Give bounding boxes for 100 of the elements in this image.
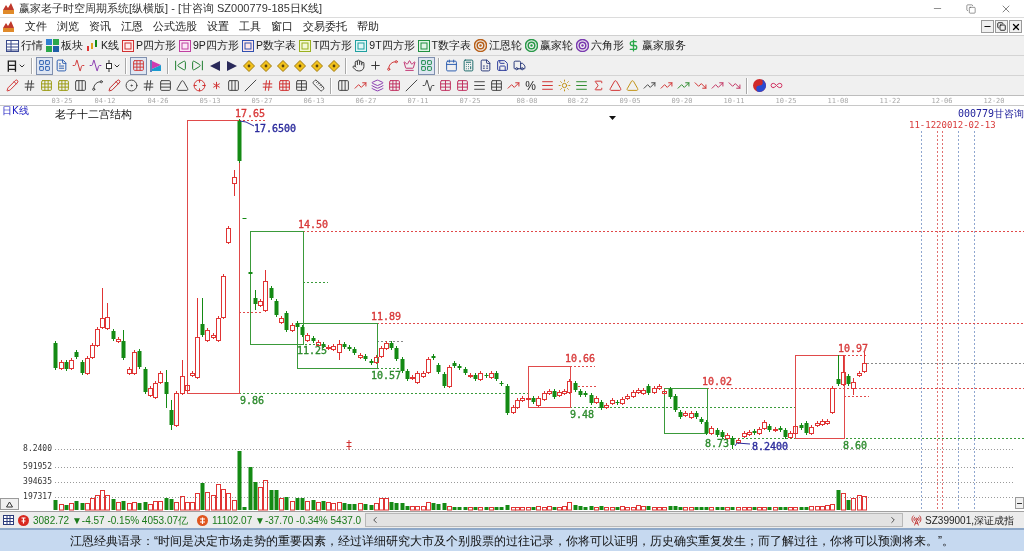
toolbar-button[interactable]: K线 [85, 36, 120, 55]
menu-item[interactable]: 窗口 [266, 18, 298, 35]
leader-line [239, 120, 255, 127]
price-label: 17.65 [235, 108, 266, 119]
toolbar-button[interactable]: 赢家服务 [626, 36, 687, 55]
volume-axis-label: 197317 [23, 492, 52, 501]
event-marker-icon [346, 440, 352, 450]
truck-icon [513, 59, 526, 72]
toolbar-button[interactable]: 六角形 [575, 36, 625, 55]
toolbar-button[interactable]: 行情 [5, 36, 44, 55]
trend-up-icon [643, 79, 656, 92]
grid-icon [388, 79, 401, 92]
close-icon [1010, 21, 1021, 32]
rows-icon [159, 79, 172, 92]
triangle-icon [626, 79, 639, 92]
diamond-icon [259, 59, 272, 72]
plus-icon [369, 59, 382, 72]
cycle-date-labels: 11-1220012-02-13 [909, 120, 996, 130]
index-quote: 11102.07 ▼-37.70 -0.34% 5437.0 [212, 513, 362, 528]
hash-icon [142, 79, 155, 92]
pencil-icon [108, 79, 121, 92]
market-badge-icon [18, 514, 29, 526]
curve-icon [386, 59, 399, 72]
toolbar-button[interactable]: 板块 [45, 36, 84, 55]
percent-button[interactable]: % [522, 76, 539, 95]
toolbar-button[interactable]: 赢家轮 [524, 36, 574, 55]
crown-icon [403, 59, 416, 72]
triangle-marker-icon [609, 116, 616, 120]
menu-item[interactable]: 工具 [234, 18, 266, 35]
columns-icon [74, 79, 87, 92]
toolbar-button[interactable]: P四方形 [121, 36, 178, 55]
index-quote: 3082.72 ▼-4.57 -0.15% 4053.07亿 [33, 513, 188, 528]
radio-tower-icon [911, 514, 923, 526]
grid-icon [278, 79, 291, 92]
diamond-icon [327, 59, 340, 72]
menu-item[interactable]: 文件 [20, 18, 52, 35]
collapse-button[interactable] [1015, 497, 1024, 509]
triangle-icon [609, 79, 622, 92]
table-icon [6, 39, 19, 52]
price-label: 11.89 [371, 311, 402, 322]
toolbar-button[interactable]: 9P四方形 [178, 36, 240, 55]
split-disc-icon [753, 79, 766, 92]
colored-blocks-icon [46, 39, 59, 52]
circle-icon [125, 79, 138, 92]
toolbar-button[interactable]: 9T四方形 [354, 36, 416, 55]
table-icon [456, 79, 469, 92]
restore-button[interactable] [995, 20, 1008, 33]
table-icon [295, 79, 308, 92]
menu-item[interactable]: 设置 [202, 18, 234, 35]
toolbar-button[interactable] [751, 76, 768, 95]
price-label: 10.02 [702, 376, 733, 387]
dollar-icon [627, 39, 640, 52]
menu-item[interactable]: 交易委托 [298, 18, 352, 35]
calculator-icon [462, 59, 475, 72]
triangle-icon [176, 79, 189, 92]
menu-item[interactable]: 公式选股 [148, 18, 202, 35]
sun-icon [558, 79, 571, 92]
price-label: 14.50 [298, 219, 329, 230]
asterisk-icon [210, 79, 223, 92]
trend-up-icon [507, 79, 520, 92]
app-logo-icon [3, 21, 14, 32]
spreadsheet-icon [479, 59, 492, 72]
ruler-icon [312, 79, 325, 92]
period-dropdown[interactable]: 日 [4, 56, 28, 75]
grid-icon [132, 59, 145, 72]
trend-up-icon [354, 79, 367, 92]
diamond-icon [310, 59, 323, 72]
minimize-button[interactable] [981, 20, 994, 33]
menu-item[interactable]: 资讯 [84, 18, 116, 35]
price-label: 8.2400 [752, 441, 789, 452]
leader-line [734, 442, 751, 447]
slash-icon [244, 79, 257, 92]
toolbar-button[interactable]: 江恩轮 [473, 36, 523, 55]
lines-icon [541, 79, 554, 92]
table-icon [439, 79, 452, 92]
volume-axis-label: 394635 [23, 477, 52, 486]
trend-down-icon [694, 79, 707, 92]
restore-icon [997, 22, 1006, 31]
menu-item[interactable]: 江恩 [116, 18, 148, 35]
toolbar-button[interactable]: T四方形 [297, 36, 354, 55]
grid-icon [57, 79, 70, 92]
menu-item[interactable]: 浏览 [52, 18, 84, 35]
trend-up-icon [660, 79, 673, 92]
toolbar-button[interactable] [350, 56, 367, 75]
grid-square-icon [179, 39, 192, 52]
volume-axis-label: 8.2400 [23, 444, 52, 453]
toolbar-button[interactable]: T数字表 [416, 36, 472, 55]
grid-square-icon [355, 39, 368, 52]
expand-button[interactable] [0, 498, 19, 510]
grid-icon [38, 59, 51, 72]
pulse-line-icon [422, 79, 435, 92]
candlestick-icon [86, 39, 99, 52]
stock-code: 000779 [958, 108, 995, 119]
window-title: 赢家老子时空周期系统[纵横版] - [甘咨询 SZ000779-185日K线] [19, 1, 323, 17]
target-icon [525, 39, 538, 52]
menu-item[interactable]: 帮助 [352, 18, 384, 35]
toolbar-button[interactable]: P数字表 [240, 36, 297, 55]
crosshair-icon [193, 79, 206, 92]
price-label: 17.6500 [254, 123, 297, 134]
close-button[interactable] [1009, 20, 1022, 33]
